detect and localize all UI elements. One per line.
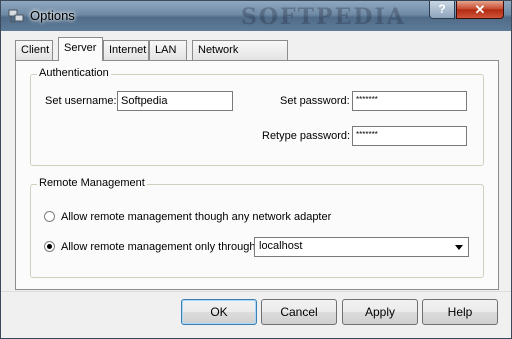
username-input[interactable]: Softpedia [117,91,233,111]
radio-only-through-label[interactable]: Allow remote management only through: [61,241,259,253]
title-help-button[interactable]: ? [429,1,455,19]
authentication-group-label: Authentication [37,67,111,79]
radio-any-adapter[interactable] [44,211,55,222]
footer-separator [1,291,511,292]
window-title: Options [30,8,75,23]
cancel-button[interactable]: Cancel [261,299,337,325]
options-dialog: Options SOFTPEDIA ? ✕ Client Server Inte… [0,0,512,339]
remote-management-group: Remote Management [30,177,484,278]
password-input[interactable]: ******* [352,91,467,111]
retype-password-input[interactable]: ******* [352,126,467,146]
tab-server[interactable]: Server [58,37,103,61]
network-app-icon [8,9,24,23]
apply-button[interactable]: Apply [342,299,418,325]
adapter-select[interactable]: localhost [254,237,469,257]
radio-selected-dot [47,244,52,249]
adapter-select-value: localhost [259,240,303,252]
remote-management-group-label: Remote Management [37,177,147,189]
help-button[interactable]: Help [422,299,498,325]
radio-only-through[interactable] [44,241,55,252]
chevron-down-icon[interactable] [451,239,467,255]
radio-any-adapter-label[interactable]: Allow remote management though any netwo… [61,211,331,223]
password-label: Set password: [280,95,350,107]
username-label: Set username: [45,95,117,107]
ok-button[interactable]: OK [181,299,257,325]
tab-client[interactable]: Client [15,40,53,60]
title-bar[interactable]: Options SOFTPEDIA ? ✕ [1,1,511,31]
retype-password-label: Retype password: [262,130,351,142]
watermark: SOFTPEDIA [241,4,406,30]
close-button[interactable]: ✕ [456,1,504,19]
tab-lan[interactable]: LAN [149,40,187,60]
tab-internet[interactable]: Internet [103,40,149,60]
authentication-group: Authentication [30,67,484,166]
tab-network-adapters[interactable]: Network Adapters [192,40,288,75]
